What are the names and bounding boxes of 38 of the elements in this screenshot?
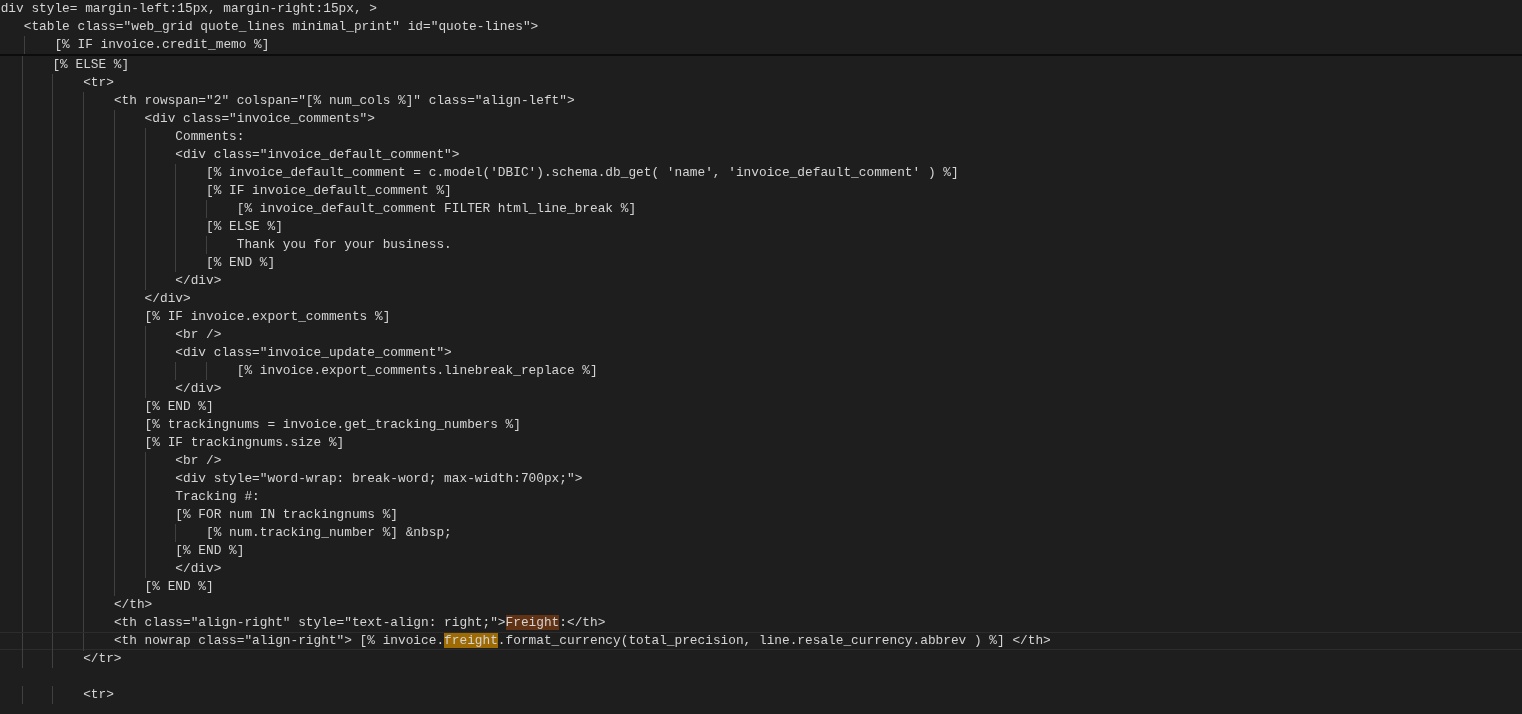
- code-line: </tr>: [0, 650, 122, 668]
- code-line: [% ELSE %]: [0, 218, 283, 236]
- code-line: [% invoice_default_comment FILTER html_line_break %]: [0, 200, 637, 218]
- code-line: Tracking #:: [0, 488, 260, 506]
- code-line: <div class="invoice_default_comment">: [0, 146, 460, 164]
- code-line: </th>: [0, 596, 153, 614]
- code-line: <th nowrap class="align-right"> [% invoice.freight.format_currency(total_precision, line.resale_currency.abbrev ) %] </th>: [0, 633, 1051, 651]
- code-line: [% IF invoice.export_comments %]: [0, 308, 391, 326]
- code-line: [% END %]: [0, 578, 214, 596]
- code-line: <div style="word-wrap: break-word; max-width:700px;">: [0, 470, 583, 488]
- code-line: [% num.tracking_number %] &nbsp;: [0, 524, 452, 542]
- code-line: <tr>: [0, 74, 114, 92]
- code-line: [% invoice_default_comment = c.model('DBIC').schema.db_get( 'name', 'invoice_default_comment' ) %]: [0, 164, 959, 182]
- code-line: [% trackingnums = invoice.get_tracking_numbers %]: [0, 416, 521, 434]
- code-line: [% IF trackingnums.size %]: [0, 434, 345, 452]
- code-line: <br />: [0, 326, 222, 344]
- code-line: <tr>: [0, 686, 114, 704]
- code-line: <div class="invoice_comments">: [0, 110, 375, 128]
- code-line: Thank you for your business.: [0, 236, 452, 254]
- code-line: [% END %]: [0, 254, 276, 272]
- code-line: [% IF invoice_default_comment %]: [0, 182, 452, 200]
- sticky-code-line[interactable]: [% IF invoice.credit_memo %]: [0, 36, 270, 54]
- code-line: <th rowspan="2" colspan="[% num_cols %]" class="align-left">: [0, 92, 575, 110]
- code-line: <br />: [0, 452, 222, 470]
- code-line: </div>: [0, 290, 191, 308]
- code-line: </div>: [0, 560, 222, 578]
- sticky-code-line[interactable]: div style= margin-left:15px, margin-right:15px, >: [0, 0, 377, 18]
- code-line: </div>: [0, 272, 222, 290]
- code-line: <th class="align-right" style="text-align: right;">Freight:</th>: [0, 614, 606, 632]
- sticky-code-line[interactable]: <table class="web_grid quote_lines minimal_print" id="quote-lines">: [0, 18, 539, 36]
- code-line: Comments:: [0, 128, 245, 146]
- code-line: [% ELSE %]: [0, 56, 130, 74]
- code-line: <div class="invoice_update_comment">: [0, 344, 452, 362]
- code-line: [% END %]: [0, 398, 214, 416]
- code-line: [% END %]: [0, 542, 245, 560]
- code-line: [% invoice.export_comments.linebreak_replace %]: [0, 362, 598, 380]
- code-line: [% FOR num IN trackingnums %]: [0, 506, 398, 524]
- code-line: </div>: [0, 380, 222, 398]
